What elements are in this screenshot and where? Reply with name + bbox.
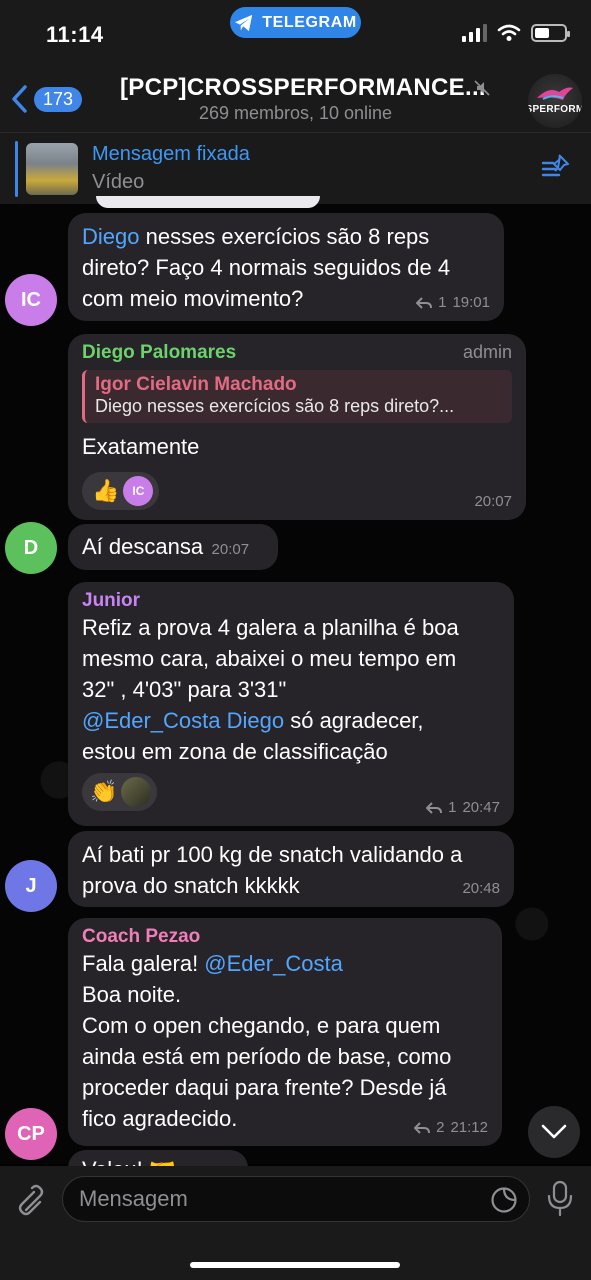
reply-arrow-icon — [416, 296, 433, 309]
message-time: 20:07 — [211, 541, 250, 558]
message-meta: 20:48 — [462, 880, 500, 897]
message-meta: 1 19:01 — [416, 294, 490, 311]
pinned-indicator — [15, 141, 18, 197]
sender-name[interactable]: Coach Pezao — [82, 926, 488, 948]
battery-icon — [531, 24, 570, 42]
message-input[interactable] — [62, 1176, 530, 1222]
quoted-text: Diego nesses exercícios são 8 reps diret… — [95, 396, 455, 416]
pinned-list-icon[interactable] — [541, 153, 571, 179]
message-text: Fala galera! @Eder_Costa Boa noite. Com … — [82, 951, 452, 1131]
reply-arrow-icon — [414, 1121, 431, 1134]
reactor-avatar: IC — [123, 476, 154, 506]
message-time: 19:01 — [452, 294, 490, 311]
message-bubble[interactable]: Diego nesses exercícios são 8 reps diret… — [68, 213, 504, 321]
pinned-subtitle: Vídeo — [92, 171, 145, 193]
status-icons — [462, 24, 570, 42]
reply-count[interactable]: 1 — [438, 294, 446, 311]
message-bubble[interactable]: Aí bati pr 100 kg de snatch validando a … — [68, 831, 514, 907]
message-time: 20:48 — [462, 880, 500, 897]
message-text: Refiz a prova 4 galera a planilha é boa … — [82, 615, 459, 764]
mention-link[interactable]: @Eder_Costa — [204, 951, 343, 976]
thumbs-up-icon: 👍 — [92, 478, 120, 503]
message-bubble[interactable]: Aí descansa 20:07 — [68, 524, 278, 570]
telegram-plane-icon — [235, 14, 253, 31]
group-avatar[interactable]: SPERFORM — [528, 74, 582, 128]
return-to-telegram-pill[interactable]: TELEGRAM — [230, 7, 361, 38]
message-time: 20:47 — [462, 799, 500, 816]
cellular-signal-icon — [462, 24, 487, 42]
quoted-reply[interactable]: Igor Cielavin Machado Diego nesses exerc… — [82, 370, 512, 423]
mention-link[interactable]: @Eder_Costa Diego — [82, 708, 284, 733]
clapping-hands-icon: 👏 — [90, 779, 118, 804]
reaction-clap[interactable]: 👏 — [82, 773, 158, 811]
reaction-thumbs-up[interactable]: 👍 IC — [82, 472, 160, 510]
message-bubble[interactable]: Junior Refiz a prova 4 galera a planilha… — [68, 582, 514, 826]
wifi-icon — [497, 24, 521, 41]
pinned-message-bar[interactable]: Mensagem fixada Vídeo — [0, 133, 591, 204]
pinned-video-thumbnail — [26, 143, 78, 195]
paperclip-icon[interactable] — [14, 1180, 46, 1218]
reply-count[interactable]: 1 — [448, 799, 456, 816]
sender-name[interactable]: Junior — [82, 590, 500, 612]
app-pill-label: TELEGRAM — [262, 13, 357, 31]
sender-name[interactable]: Diego Palomares — [82, 342, 236, 364]
message-time: 20:07 — [474, 493, 512, 510]
admin-badge: admin — [462, 342, 512, 362]
reactor-avatar — [121, 777, 152, 807]
quoted-sender: Igor Cielavin Machado — [95, 374, 297, 395]
reply-arrow-icon — [426, 801, 443, 814]
chevron-down-icon — [541, 1124, 567, 1139]
status-bar: 11:14 TELEGRAM — [0, 0, 591, 56]
avatar[interactable]: J — [5, 860, 57, 912]
mention-link[interactable]: Diego — [82, 224, 139, 249]
reactions: 👍 IC — [82, 472, 512, 510]
message-bubble[interactable]: Coach Pezao Fala galera! @Eder_Costa Boa… — [68, 918, 502, 1146]
message-meta: 1 20:47 — [426, 799, 500, 816]
microphone-icon[interactable] — [546, 1180, 574, 1218]
muted-icon — [474, 80, 490, 96]
previous-media-edge — [96, 196, 320, 208]
group-avatar-text: SPERFORM — [528, 104, 582, 115]
message-meta: 20:07 — [474, 493, 512, 510]
message-time: 21:12 — [450, 1119, 488, 1136]
message-text: Exatamente — [82, 434, 200, 459]
status-time: 11:14 — [46, 22, 104, 47]
avatar[interactable]: D — [5, 522, 57, 574]
message-meta: 2 21:12 — [414, 1119, 488, 1136]
avatar[interactable]: IC — [5, 274, 57, 326]
scroll-to-bottom-button[interactable] — [528, 1106, 580, 1158]
pinned-title: Mensagem fixada — [92, 143, 250, 165]
message-bubble[interactable]: Diego Palomares admin Igor Cielavin Mach… — [68, 334, 526, 520]
sticker-icon[interactable] — [490, 1186, 518, 1214]
message-text: Aí descansa — [82, 534, 204, 559]
chat-header: 173 [PCP]CROSSPERFORMANCE... 269 membros… — [0, 56, 591, 133]
chat-subtitle: 269 membros, 10 online — [198, 103, 393, 123]
avatar[interactable]: CP — [5, 1108, 57, 1160]
reply-count[interactable]: 2 — [436, 1119, 444, 1136]
home-indicator — [190, 1262, 400, 1268]
message-text: Aí bati pr 100 kg de snatch validando a … — [82, 842, 463, 898]
logo-bird-icon — [537, 87, 573, 100]
chat-title[interactable]: [PCP]CROSSPERFORMANCE... — [120, 74, 486, 102]
